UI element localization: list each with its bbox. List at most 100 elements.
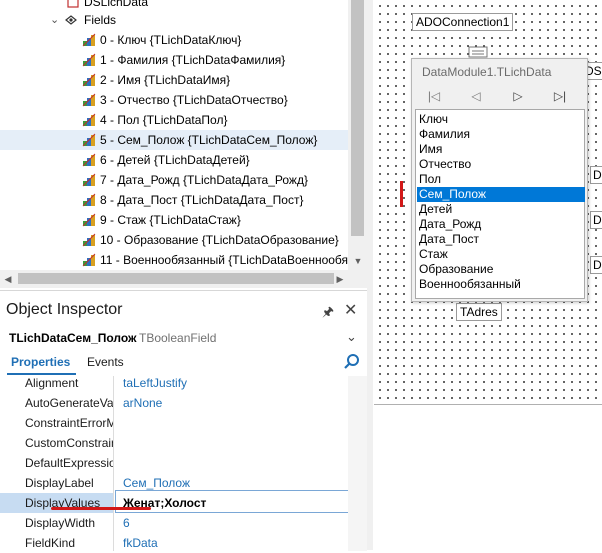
tree-item-label: 7 - Дата_Рожд {TLichDataДата_Рожд}: [100, 173, 308, 187]
tree-item-field[interactable]: 1 - Фамилия {TLichDataФамилия}: [0, 50, 348, 70]
close-icon[interactable]: ✕: [344, 300, 357, 320]
scroll-right-icon[interactable]: ▶: [332, 270, 348, 288]
designer-blank-area: [374, 405, 602, 550]
fields-list-item[interactable]: Дата_Рожд: [417, 217, 585, 232]
last-record-icon[interactable]: ▷|: [550, 87, 570, 105]
field-icon: [82, 153, 96, 167]
tree-item-label: 1 - Фамилия {TLichDataФамилия}: [100, 53, 286, 67]
fields-list-item[interactable]: Сем_Полож: [417, 187, 585, 202]
inspector-vertical-scrollbar[interactable]: [348, 376, 367, 551]
tree-item-field[interactable]: 9 - Стаж {TLichDataСтаж}: [0, 210, 348, 230]
property-name: DisplayLabel: [25, 476, 94, 490]
fields-list-item[interactable]: Детей: [417, 202, 585, 217]
field-icon: [82, 73, 96, 87]
tadres-label[interactable]: TAdres: [456, 303, 502, 321]
tree-item-field[interactable]: 0 - Ключ {TLichDataКлюч}: [0, 30, 348, 50]
property-name: DefaultExpression: [25, 456, 113, 470]
next-record-icon[interactable]: ▷: [508, 87, 528, 105]
tree-item-field[interactable]: 10 - Образование {TLichDataОбразование}: [0, 230, 348, 250]
property-row[interactable]: CustomConstraint: [0, 433, 347, 453]
edge-component-label[interactable]: D: [590, 256, 602, 274]
tree-item-field[interactable]: 7 - Дата_Рожд {TLichDataДата_Рожд}: [0, 170, 348, 190]
property-name: DisplayValues: [0, 493, 113, 513]
property-row[interactable]: ConstraintErrorMessage: [0, 413, 347, 433]
field-icon: [82, 33, 96, 47]
tree-item-label: 5 - Сем_Полож {TLichDataСем_Полож}: [100, 133, 318, 147]
fields-list-item[interactable]: Фамилия: [417, 127, 585, 142]
property-name: Alignment: [25, 376, 79, 390]
property-value[interactable]: taLeftJustify: [123, 373, 187, 393]
edge-component-label[interactable]: D: [590, 211, 602, 229]
scroll-down-icon[interactable]: ▼: [350, 252, 366, 270]
property-name: FieldKind: [25, 536, 76, 550]
field-icon: [82, 193, 96, 207]
tree-node-label: Fields: [84, 13, 117, 27]
annotation-mark: [400, 181, 403, 207]
prior-record-icon[interactable]: ◁: [466, 87, 486, 105]
tree-item-field[interactable]: 4 - Пол {TLichDataПол}: [0, 110, 348, 130]
selected-component-name: TLichDataСем_Полож: [9, 331, 137, 345]
field-icon: [82, 113, 96, 127]
tree-item-label: 6 - Детей {TLichDataДетей}: [100, 153, 250, 167]
tree-item-label: 3 - Отчество {TLichDataОтчество}: [100, 93, 288, 107]
tree-item-label: 2 - Имя {TLichDataИмя}: [100, 73, 231, 87]
tree-item-label: 4 - Пол {TLichDataПол}: [100, 113, 228, 127]
property-row[interactable]: Alignment taLeftJustify: [0, 373, 347, 393]
tree-item-field[interactable]: 11 - Военнообязанный {TLichDataВоеннообя…: [0, 250, 354, 270]
property-value[interactable]: fkData: [123, 533, 158, 553]
property-row[interactable]: FieldKind fkData: [0, 533, 347, 553]
field-icon: [82, 133, 96, 147]
field-icon: [82, 253, 96, 267]
pane-splitter[interactable]: [367, 0, 373, 550]
property-row[interactable]: DisplayWidth 6: [0, 513, 347, 533]
fields-list-item[interactable]: Стаж: [417, 247, 585, 262]
tab-properties[interactable]: Properties: [11, 355, 70, 369]
field-icon: [82, 53, 96, 67]
property-value[interactable]: 6: [123, 513, 130, 533]
fields-folder-icon: [65, 15, 77, 25]
fields-list-item[interactable]: Дата_Пост: [417, 232, 585, 247]
pin-icon[interactable]: 🖈: [322, 303, 334, 325]
search-icon[interactable]: [342, 352, 362, 372]
tree-item-field[interactable]: 8 - Дата_Пост {TLichDataДата_Пост}: [0, 190, 348, 210]
fields-list[interactable]: Ключ Фамилия Имя Отчество Пол Сем_Полож Детей Д…: [415, 109, 585, 299]
property-name: ConstraintErrorMessage: [25, 416, 113, 430]
tab-events[interactable]: Events: [87, 355, 124, 369]
tree-item-field[interactable]: 2 - Имя {TLichDataИмя}: [0, 70, 348, 90]
selected-component-type: TBooleanField: [139, 331, 217, 345]
fields-list-item[interactable]: Образование: [417, 262, 585, 277]
tree-item-field[interactable]: 6 - Детей {TLichDataДетей}: [0, 150, 348, 170]
scroll-left-icon[interactable]: ◀: [0, 270, 16, 288]
tree-item-field[interactable]: 5 - Сем_Полож {TLichDataСем_Полож}: [0, 130, 348, 150]
fields-list-item[interactable]: Ключ: [417, 112, 585, 127]
chevron-down-icon[interactable]: ⌄: [50, 10, 59, 30]
component-icon[interactable]: [468, 46, 488, 58]
chevron-down-icon[interactable]: ⌄: [346, 329, 357, 345]
field-icon: [82, 93, 96, 107]
property-row[interactable]: DefaultExpression: [0, 453, 347, 473]
inspector-title: Object Inspector: [6, 301, 123, 318]
tree-item-label: 9 - Стаж {TLichDataСтаж}: [100, 213, 241, 227]
first-record-icon[interactable]: |◁: [424, 87, 444, 105]
tree-vertical-scroll-thumb[interactable]: [351, 0, 364, 236]
tree-item-label: 10 - Образование {TLichDataОбразование}: [100, 233, 339, 247]
property-row[interactable]: AutoGenerateValue arNone: [0, 393, 347, 413]
fields-list-item[interactable]: Отчество: [417, 157, 585, 172]
property-name: AutoGenerateValue: [25, 396, 113, 410]
tree-horizontal-scroll-thumb[interactable]: [18, 273, 334, 284]
field-icon: [82, 233, 96, 247]
tree-item-label: 11 - Военнообязанный {TLichDataВоеннообя…: [100, 253, 354, 267]
field-icon: [82, 173, 96, 187]
property-value[interactable]: arNone: [123, 393, 162, 413]
property-name: CustomConstraint: [25, 436, 113, 450]
tree-item-field[interactable]: 3 - Отчество {TLichDataОтчество}: [0, 90, 348, 110]
fields-list-item[interactable]: Имя: [417, 142, 585, 157]
fields-editor-popup[interactable]: DataModule1.TLichData |◁ ◁ ▷ ▷| Ключ Фами…: [411, 58, 588, 302]
fields-list-item[interactable]: Пол: [417, 172, 585, 187]
edge-component-label[interactable]: D: [590, 166, 602, 184]
adoconnection-label[interactable]: ADOConnection1: [412, 13, 514, 31]
fields-list-item[interactable]: Военнообязанный: [417, 277, 585, 292]
dataset-icon: [67, 0, 79, 8]
property-name: DisplayWidth: [25, 516, 96, 530]
property-value[interactable]: Женат;Холост: [123, 493, 206, 513]
